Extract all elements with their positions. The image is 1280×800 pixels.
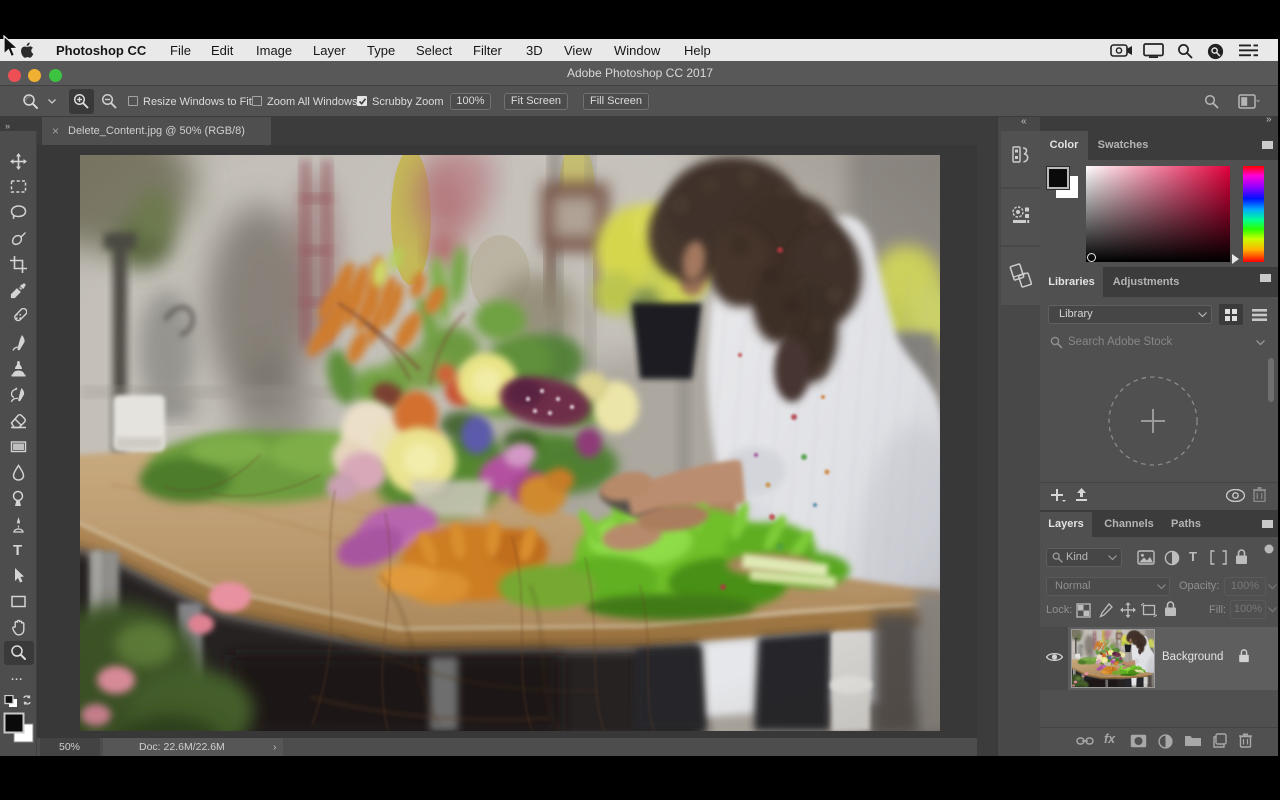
svg-text:T: T: [13, 542, 22, 558]
